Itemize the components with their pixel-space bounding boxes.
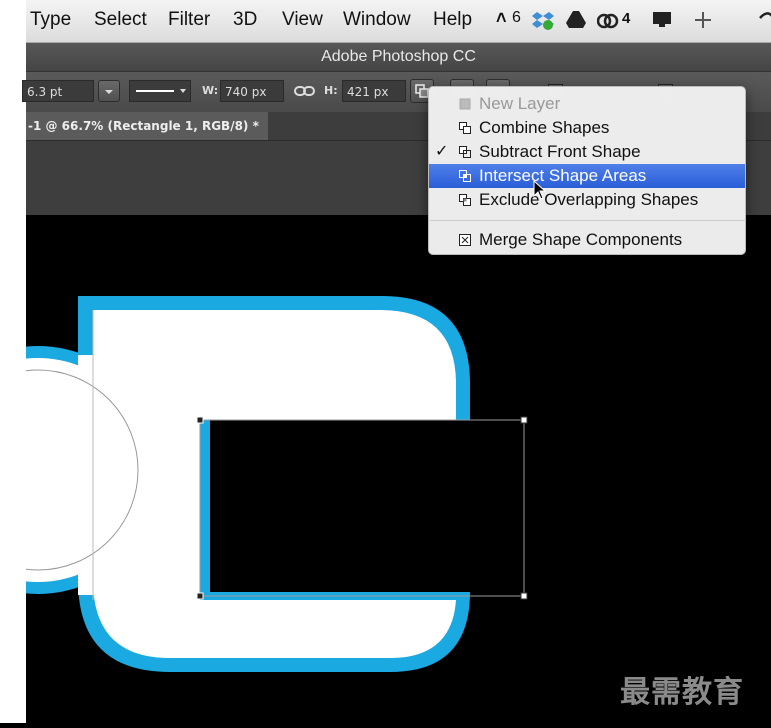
creative-cloud-icon[interactable] bbox=[597, 11, 619, 29]
creative-cloud-count: 4 bbox=[622, 10, 631, 27]
stroke-size-field[interactable]: 6.3 pt bbox=[22, 80, 94, 102]
exclude-overlapping-shapes-icon bbox=[459, 194, 471, 206]
height-field[interactable]: 421 px bbox=[342, 80, 406, 102]
menu-filter[interactable]: Filter bbox=[168, 9, 210, 31]
move-arrows-icon[interactable] bbox=[694, 11, 712, 29]
height-label: H: bbox=[324, 84, 338, 97]
menu-item-combine-shapes[interactable]: Combine Shapes bbox=[429, 116, 745, 140]
adobe-updates-count: 6 bbox=[512, 9, 521, 26]
path-operations-menu: New Layer Combine Shapes ✓ Subtract Fron… bbox=[428, 86, 746, 255]
menu-type[interactable]: Type bbox=[30, 9, 71, 31]
watermark-text: 最需教育 bbox=[620, 675, 744, 710]
mouse-pointer-icon bbox=[533, 180, 547, 200]
menu-item-exclude-overlapping-shapes[interactable]: Exclude Overlapping Shapes bbox=[429, 188, 745, 212]
menu-3d[interactable]: 3D bbox=[233, 9, 257, 31]
subtract-front-shape-icon bbox=[459, 146, 471, 158]
anchor-handle-br bbox=[520, 592, 528, 600]
left-gutter bbox=[0, 0, 26, 723]
canvas-artwork bbox=[0, 296, 528, 672]
menu-item-intersect-shape-areas[interactable]: Intersect Shape Areas bbox=[429, 164, 745, 188]
anchor-handle-tl bbox=[196, 416, 204, 424]
wifi-icon[interactable] bbox=[758, 10, 771, 30]
width-field[interactable]: 740 px bbox=[220, 80, 284, 102]
checkmark-icon: ✓ bbox=[435, 143, 449, 160]
menu-item-subtract-front-shape[interactable]: ✓ Subtract Front Shape bbox=[429, 140, 745, 164]
window-title: Adobe Photoshop CC bbox=[321, 48, 476, 65]
document-canvas[interactable] bbox=[0, 215, 771, 723]
anchor-handle-tr bbox=[520, 416, 528, 424]
mac-menubar: Type Select Filter 3D View Window Help ˄… bbox=[26, 0, 771, 43]
stroke-size-dropdown-button[interactable] bbox=[98, 80, 120, 102]
display-icon[interactable] bbox=[652, 11, 672, 29]
stroke-type-dropdown[interactable] bbox=[129, 80, 191, 102]
app-titlebar: Adobe Photoshop CC bbox=[26, 43, 771, 71]
menu-help[interactable]: Help bbox=[433, 9, 472, 31]
document-tab[interactable]: -1 @ 66.7% (Rectangle 1, RGB/8) * bbox=[26, 112, 268, 140]
menu-view[interactable]: View bbox=[282, 9, 323, 31]
combine-shapes-icon bbox=[459, 122, 471, 134]
subtracted-rectangle-area bbox=[214, 434, 470, 582]
google-drive-icon[interactable] bbox=[566, 11, 586, 29]
intersect-shape-areas-icon bbox=[459, 170, 471, 182]
chevron-down-icon bbox=[105, 90, 113, 94]
stroke-line-preview bbox=[136, 89, 186, 93]
link-icon[interactable] bbox=[294, 83, 316, 99]
menu-select[interactable]: Select bbox=[94, 9, 147, 31]
menu-item-merge-shape-components[interactable]: Merge Shape Components bbox=[429, 228, 745, 252]
menu-item-new-layer: New Layer bbox=[429, 92, 745, 116]
menu-separator bbox=[430, 220, 746, 221]
anchor-handle-bl bbox=[196, 592, 204, 600]
adobe-application-manager-icon[interactable]: ˄ bbox=[496, 8, 507, 29]
width-label: W: bbox=[202, 84, 219, 97]
dropbox-icon[interactable] bbox=[532, 10, 554, 30]
menu-window[interactable]: Window bbox=[343, 9, 411, 31]
merge-shape-components-icon bbox=[459, 234, 471, 246]
new-layer-icon bbox=[459, 98, 471, 110]
